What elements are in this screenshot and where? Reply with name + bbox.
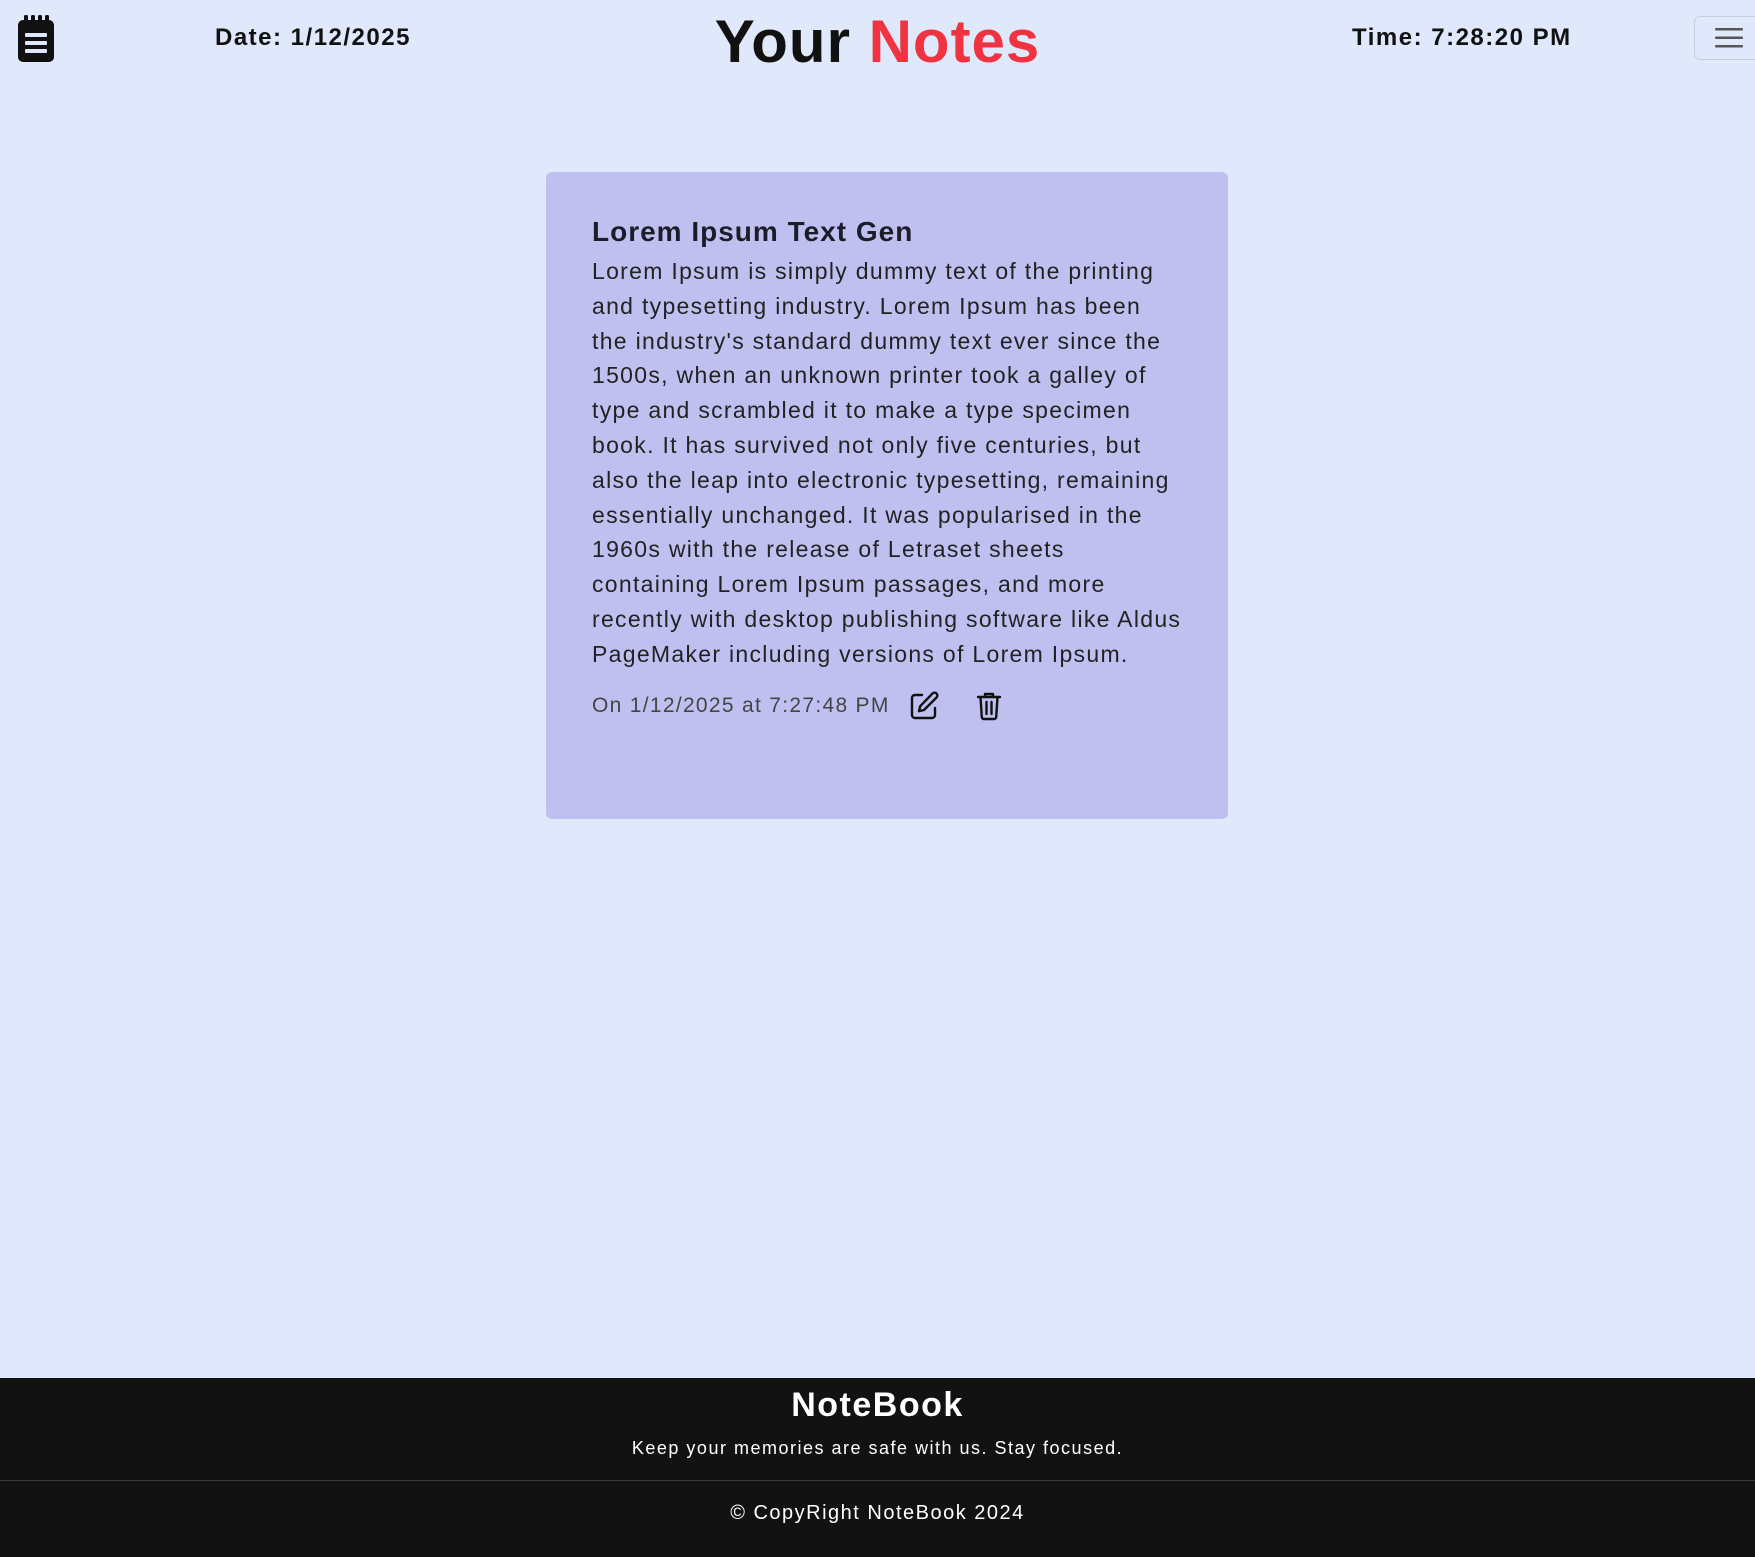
note-title: Lorem Ipsum Text Gen <box>592 216 914 247</box>
page-footer: NoteBook Keep your memories are safe wit… <box>0 1378 1755 1557</box>
note-body: Lorem Ipsum is simply dummy text of the … <box>592 258 1182 667</box>
note-timestamp: On 1/12/2025 at 7:27:48 PM <box>592 693 890 717</box>
top-header: Date: 1/12/2025 Your Notes Time: 7:28:20… <box>0 0 1755 84</box>
note-meta: On 1/12/2025 at 7:27:48 PM <box>592 690 1182 722</box>
current-time: Time: 7:28:20 PM <box>1352 24 1572 51</box>
footer-copyright: © CopyRight NoteBook 2024 <box>730 1502 1025 1524</box>
menu-toggle-button[interactable] <box>1694 16 1755 60</box>
hamburger-menu-icon <box>1715 28 1743 48</box>
footer-divider <box>0 1480 1755 1481</box>
footer-brand: NoteBook <box>791 1386 964 1424</box>
trash-icon[interactable] <box>976 691 1002 721</box>
edit-icon[interactable] <box>908 690 940 722</box>
page-title-accent: Notes <box>868 8 1041 75</box>
note-card: Lorem Ipsum Text Gen Lorem Ipsum is simp… <box>546 172 1228 819</box>
page-title-prefix: Your <box>714 8 851 75</box>
footer-tagline: Keep your memories are safe with us. Sta… <box>631 1438 1124 1458</box>
